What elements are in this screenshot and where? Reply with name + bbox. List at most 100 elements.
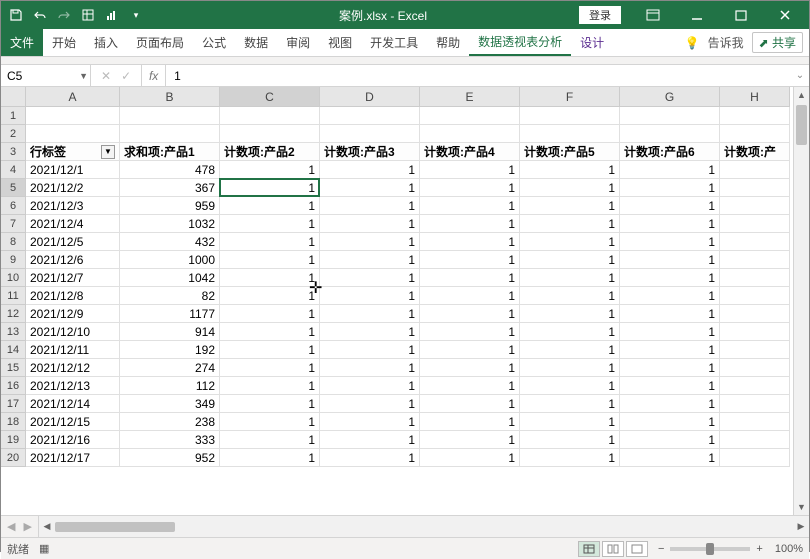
cell[interactable] [720, 413, 790, 431]
cell[interactable]: 1 [420, 251, 520, 269]
cell[interactable]: 2021/12/9 [26, 305, 120, 323]
cell[interactable]: 1 [320, 179, 420, 197]
share-button[interactable]: ⬈ 共享 [752, 32, 803, 53]
cell[interactable] [720, 269, 790, 287]
pivot-header-cell[interactable]: 计数项:产品5 [520, 143, 620, 161]
cell[interactable]: 1 [220, 269, 320, 287]
ribbon-display-icon[interactable] [633, 4, 673, 26]
row-header[interactable]: 17 [1, 395, 26, 413]
column-header[interactable]: C [220, 87, 320, 107]
row-header[interactable]: 20 [1, 449, 26, 467]
column-header[interactable]: G [620, 87, 720, 107]
tab-data[interactable]: 数据 [235, 29, 277, 56]
cell[interactable]: 1000 [120, 251, 220, 269]
cell[interactable] [26, 125, 120, 143]
cell[interactable] [720, 395, 790, 413]
cell[interactable]: 1 [420, 161, 520, 179]
cell[interactable]: 1 [520, 359, 620, 377]
cell[interactable]: 1 [320, 377, 420, 395]
row-header[interactable]: 6 [1, 197, 26, 215]
scroll-down-arrow[interactable]: ▼ [794, 499, 809, 515]
cell[interactable]: 1 [620, 395, 720, 413]
cell[interactable]: 2021/12/6 [26, 251, 120, 269]
cell[interactable]: 2021/12/15 [26, 413, 120, 431]
cell[interactable]: 1 [320, 359, 420, 377]
cell[interactable]: 914 [120, 323, 220, 341]
cell[interactable]: 959 [120, 197, 220, 215]
cell[interactable]: 1 [420, 323, 520, 341]
tab-layout[interactable]: 页面布局 [127, 29, 193, 56]
column-header[interactable]: F [520, 87, 620, 107]
column-header[interactable]: A [26, 87, 120, 107]
cell[interactable]: 2021/12/16 [26, 431, 120, 449]
cell[interactable]: 1 [220, 215, 320, 233]
cell[interactable] [720, 305, 790, 323]
tab-home[interactable]: 开始 [43, 29, 85, 56]
cell[interactable]: 1 [420, 215, 520, 233]
cell[interactable]: 2021/12/17 [26, 449, 120, 467]
cell[interactable] [720, 161, 790, 179]
cell[interactable] [620, 125, 720, 143]
view-normal[interactable] [578, 541, 600, 557]
cell[interactable]: 1 [320, 233, 420, 251]
cell[interactable] [720, 197, 790, 215]
pivot-header-cell[interactable]: 计数项:产品2 [220, 143, 320, 161]
row-header[interactable]: 16 [1, 377, 26, 395]
qat-customize-dropdown[interactable]: ▾ [125, 4, 147, 26]
cell[interactable]: 1 [320, 197, 420, 215]
view-page-layout[interactable] [602, 541, 624, 557]
cell[interactable]: 1 [420, 359, 520, 377]
cell[interactable] [720, 251, 790, 269]
pivot-header-cell[interactable]: 计数项:产 [720, 143, 790, 161]
zoom-slider[interactable] [670, 547, 750, 551]
row-header[interactable]: 3 [1, 143, 26, 161]
sheet-nav-prev[interactable]: ◀ [7, 520, 15, 533]
cell[interactable]: 1 [520, 197, 620, 215]
qat-pivot-icon[interactable] [77, 4, 99, 26]
cell[interactable]: 1 [620, 431, 720, 449]
cell[interactable]: 1 [320, 323, 420, 341]
row-header[interactable]: 15 [1, 359, 26, 377]
macro-record-icon[interactable]: ▦ [39, 542, 49, 555]
cell[interactable]: 2021/12/10 [26, 323, 120, 341]
chevron-down-icon[interactable]: ▼ [79, 71, 88, 81]
tab-file[interactable]: 文件 [1, 29, 43, 56]
close-button[interactable] [765, 4, 805, 26]
scroll-right-arrow[interactable]: ▶ [793, 521, 809, 532]
cell[interactable] [720, 107, 790, 125]
filter-dropdown-button[interactable]: ▼ [101, 145, 115, 159]
cell[interactable]: 1 [520, 323, 620, 341]
horizontal-scrollbar[interactable]: ◀ ▶ [39, 516, 809, 537]
tab-insert[interactable]: 插入 [85, 29, 127, 56]
cell[interactable]: 1 [220, 161, 320, 179]
scroll-left-arrow[interactable]: ◀ [39, 521, 55, 532]
cell[interactable]: 1 [520, 179, 620, 197]
cell[interactable]: 1 [620, 251, 720, 269]
cell[interactable]: 1177 [120, 305, 220, 323]
cell[interactable]: 1 [320, 287, 420, 305]
cell[interactable]: 1 [520, 215, 620, 233]
cell[interactable]: 238 [120, 413, 220, 431]
cell[interactable]: 1 [520, 395, 620, 413]
cell[interactable] [420, 107, 520, 125]
cell[interactable]: 1 [620, 449, 720, 467]
tab-pivot-design[interactable]: 设计 [571, 29, 613, 56]
undo-button[interactable] [29, 4, 51, 26]
cell[interactable]: 1 [420, 449, 520, 467]
cell[interactable]: 1 [220, 233, 320, 251]
cell[interactable]: 1 [420, 269, 520, 287]
cell[interactable]: 1 [520, 377, 620, 395]
cell[interactable]: 1 [320, 305, 420, 323]
cell[interactable] [720, 377, 790, 395]
row-header[interactable]: 14 [1, 341, 26, 359]
qat-chart-icon[interactable] [101, 4, 123, 26]
cell[interactable]: 1 [420, 287, 520, 305]
cell[interactable]: 333 [120, 431, 220, 449]
cell[interactable]: 1 [620, 215, 720, 233]
cell[interactable]: 1 [420, 377, 520, 395]
cell[interactable]: 1 [220, 431, 320, 449]
tell-me-input[interactable]: 告诉我 [708, 34, 744, 51]
cell[interactable] [720, 179, 790, 197]
cell[interactable] [720, 125, 790, 143]
scroll-up-arrow[interactable]: ▲ [794, 87, 809, 103]
